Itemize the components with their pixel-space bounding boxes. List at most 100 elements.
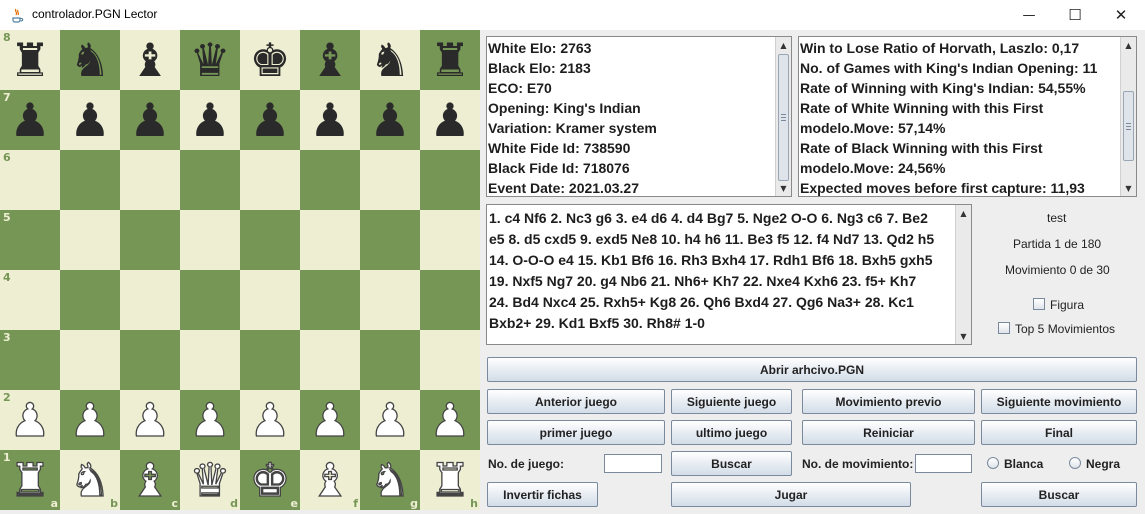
square-b6[interactable] <box>60 150 120 210</box>
black-piece-icon[interactable]: ♞ <box>60 30 120 90</box>
square-f1[interactable]: f ♝ <box>300 450 360 510</box>
square-a8[interactable]: 8 ♜ <box>0 30 60 90</box>
white-piece-icon[interactable]: ♝ <box>120 450 180 510</box>
game-number-input[interactable] <box>604 454 662 473</box>
scroll-thumb[interactable] <box>1123 91 1134 161</box>
move-number-input[interactable] <box>915 454 972 473</box>
square-h7[interactable]: ♟ <box>420 90 480 150</box>
square-d7[interactable]: ♟ <box>180 90 240 150</box>
square-e1[interactable]: e ♚ <box>240 450 300 510</box>
square-d3[interactable] <box>180 330 240 390</box>
last-game-button[interactable]: ultimo juego <box>671 420 792 445</box>
square-h8[interactable]: ♜ <box>420 30 480 90</box>
open-pgn-button[interactable]: Abrir arhcivo.PGN <box>487 357 1137 382</box>
square-f7[interactable]: ♟ <box>300 90 360 150</box>
white-piece-icon[interactable]: ♟ <box>240 390 300 450</box>
square-c5[interactable] <box>120 210 180 270</box>
black-piece-icon[interactable]: ♟ <box>300 90 360 150</box>
square-e2[interactable]: ♟ <box>240 390 300 450</box>
stats-scrollbar[interactable]: ▲ ▼ <box>1120 37 1136 196</box>
white-piece-icon[interactable]: ♟ <box>120 390 180 450</box>
stats-panel[interactable]: Win to Lose Ratio of Horvath, Laszlo: 0,… <box>798 36 1137 197</box>
figura-checkbox[interactable] <box>1033 298 1045 310</box>
square-c8[interactable]: ♝ <box>120 30 180 90</box>
final-button[interactable]: Final <box>981 420 1137 445</box>
next-game-button[interactable]: Siguiente juego <box>671 389 792 414</box>
square-h5[interactable] <box>420 210 480 270</box>
square-f4[interactable] <box>300 270 360 330</box>
square-b7[interactable]: ♟ <box>60 90 120 150</box>
square-h1[interactable]: h ♜ <box>420 450 480 510</box>
scroll-up-icon[interactable]: ▲ <box>776 37 791 53</box>
square-e5[interactable] <box>240 210 300 270</box>
square-g3[interactable] <box>360 330 420 390</box>
square-b1[interactable]: b ♞ <box>60 450 120 510</box>
black-piece-icon[interactable]: ♟ <box>360 90 420 150</box>
first-game-button[interactable]: primer juego <box>487 420 665 445</box>
game-info-scrollbar[interactable]: ▲ ▼ <box>775 37 791 196</box>
close-button[interactable]: ✕ <box>1098 0 1144 30</box>
black-piece-icon[interactable]: ♞ <box>360 30 420 90</box>
white-piece-icon[interactable]: ♛ <box>180 450 240 510</box>
scroll-up-icon[interactable]: ▲ <box>1121 37 1136 53</box>
square-h2[interactable]: ♟ <box>420 390 480 450</box>
square-a3[interactable]: 3 <box>0 330 60 390</box>
reset-button[interactable]: Reiniciar <box>802 420 975 445</box>
maximize-button[interactable]: ☐ <box>1052 0 1098 30</box>
next-move-button[interactable]: Siguiente movimiento <box>981 389 1137 414</box>
scroll-thumb[interactable] <box>778 54 789 181</box>
play-button[interactable]: Jugar <box>671 482 911 507</box>
square-b3[interactable] <box>60 330 120 390</box>
white-piece-icon[interactable]: ♚ <box>240 450 300 510</box>
square-b4[interactable] <box>60 270 120 330</box>
black-piece-icon[interactable]: ♛ <box>180 30 240 90</box>
previous-move-button[interactable]: Movimiento previo <box>802 389 975 414</box>
top5-checkbox[interactable] <box>998 322 1010 334</box>
square-a4[interactable]: 4 <box>0 270 60 330</box>
moves-panel[interactable]: 1. c4 Nf6 2. Nc3 g6 3. e4 d6 4. d4 Bg7 5… <box>486 204 972 345</box>
chess-board[interactable]: 8 ♜ ♞ ♝ ♛ ♚ ♝ ♞ ♜ 7 ♟ ♟ ♟ ♟ ♟ ♟ ♟ ♟ 6 5 4 3 2 ♟ ♟ ♟ ♟ ♟ ♟ ♟ ♟ 1 a ♜ b ♞ c ♝ d ♛… <box>0 30 481 510</box>
black-piece-icon[interactable]: ♝ <box>300 30 360 90</box>
square-g4[interactable] <box>360 270 420 330</box>
square-h6[interactable] <box>420 150 480 210</box>
search-game-button[interactable]: Buscar <box>671 451 792 476</box>
square-a6[interactable]: 6 <box>0 150 60 210</box>
square-g1[interactable]: g ♞ <box>360 450 420 510</box>
search-move-button[interactable]: Buscar <box>981 482 1137 507</box>
black-piece-icon[interactable]: ♟ <box>240 90 300 150</box>
square-c4[interactable] <box>120 270 180 330</box>
square-d1[interactable]: d ♛ <box>180 450 240 510</box>
square-f3[interactable] <box>300 330 360 390</box>
square-g7[interactable]: ♟ <box>360 90 420 150</box>
square-g5[interactable] <box>360 210 420 270</box>
square-f8[interactable]: ♝ <box>300 30 360 90</box>
scroll-down-icon[interactable]: ▼ <box>956 328 971 344</box>
square-c2[interactable]: ♟ <box>120 390 180 450</box>
square-d4[interactable] <box>180 270 240 330</box>
white-piece-icon[interactable]: ♜ <box>0 450 60 510</box>
square-h4[interactable] <box>420 270 480 330</box>
square-b8[interactable]: ♞ <box>60 30 120 90</box>
square-a2[interactable]: 2 ♟ <box>0 390 60 450</box>
previous-game-button[interactable]: Anterior juego <box>487 389 665 414</box>
moves-scrollbar[interactable]: ▲ ▼ <box>955 205 971 344</box>
square-f2[interactable]: ♟ <box>300 390 360 450</box>
black-piece-icon[interactable]: ♟ <box>120 90 180 150</box>
black-piece-icon[interactable]: ♝ <box>120 30 180 90</box>
white-piece-icon[interactable]: ♞ <box>360 450 420 510</box>
white-piece-icon[interactable]: ♟ <box>0 390 60 450</box>
black-piece-icon[interactable]: ♟ <box>0 90 60 150</box>
square-b2[interactable]: ♟ <box>60 390 120 450</box>
square-c1[interactable]: c ♝ <box>120 450 180 510</box>
square-a1[interactable]: 1 a ♜ <box>0 450 60 510</box>
square-d2[interactable]: ♟ <box>180 390 240 450</box>
square-d8[interactable]: ♛ <box>180 30 240 90</box>
white-piece-icon[interactable]: ♟ <box>180 390 240 450</box>
white-radio[interactable] <box>987 457 999 469</box>
black-piece-icon[interactable]: ♟ <box>420 90 480 150</box>
square-c6[interactable] <box>120 150 180 210</box>
white-piece-icon[interactable]: ♟ <box>60 390 120 450</box>
square-f5[interactable] <box>300 210 360 270</box>
square-e6[interactable] <box>240 150 300 210</box>
square-e3[interactable] <box>240 330 300 390</box>
